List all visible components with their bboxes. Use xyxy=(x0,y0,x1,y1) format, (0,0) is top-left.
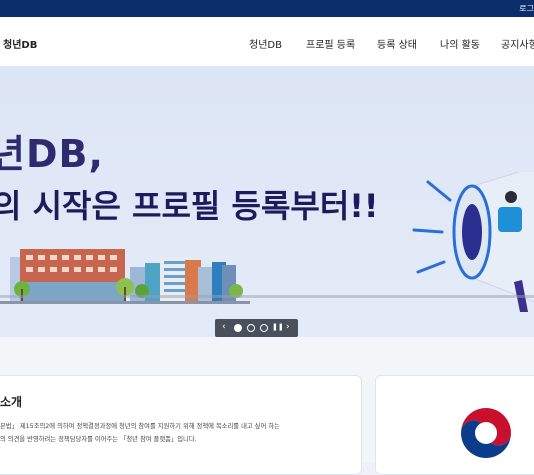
hero-ground-line xyxy=(0,295,534,298)
hero-title-line2: 의 시작은 프로필 등록부터!! xyxy=(0,187,379,225)
carousel-dot-2[interactable] xyxy=(247,324,255,332)
nav-item-my-activity[interactable]: 나의 활동 xyxy=(440,36,480,51)
taegeuk-logo-icon xyxy=(461,408,511,458)
intro-text-line1: 본법」 제15조의2에 의하여 정책결정과정에 청년의 참여를 지원하기 위해 … xyxy=(0,423,280,430)
intro-title: 소개 xyxy=(0,395,23,409)
carousel-controls: ‹ ❚❚ › xyxy=(215,319,298,337)
nav-item-youth-db[interactable]: 청년DB xyxy=(249,36,282,51)
carousel-pause-button[interactable]: ❚❚ xyxy=(272,323,284,331)
carousel-dot-3[interactable] xyxy=(260,324,268,332)
site-header: 청년DB 청년DB 프로필 등록 등록 상태 나의 활동 공지사항 xyxy=(0,17,534,67)
hero-banner[interactable]: 년DB, 의 시작은 프로필 등록부터!! xyxy=(0,67,534,337)
nav-item-notice[interactable]: 공지사항 xyxy=(501,36,534,51)
nav-item-profile-register[interactable]: 프로필 등록 xyxy=(306,36,355,51)
carousel-dot-1[interactable] xyxy=(234,324,242,332)
nav-item-register-status[interactable]: 등록 상태 xyxy=(377,36,417,51)
top-utility-bar: 로그 xyxy=(0,0,534,17)
government-logo-card[interactable] xyxy=(375,375,534,475)
carousel-next-button[interactable]: › xyxy=(286,322,290,332)
site-logo[interactable]: 청년DB xyxy=(3,36,37,51)
carousel-prev-button[interactable]: ‹ xyxy=(222,322,226,332)
intro-text-line2: 의 의견을 반영하려는 정책담당자를 이어주는 「청년 참여 플랫폼」입니다. xyxy=(0,436,197,443)
hero-title-line1: 년DB, xyxy=(0,132,104,176)
megaphone-illustration xyxy=(412,172,534,312)
login-link[interactable]: 로그 xyxy=(519,3,534,14)
